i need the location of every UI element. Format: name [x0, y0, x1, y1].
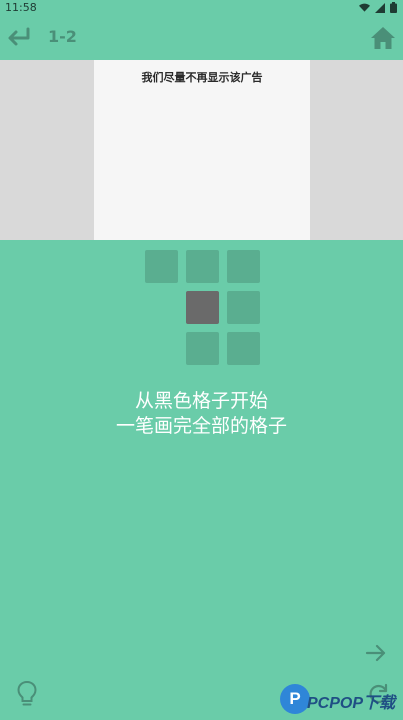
instructions: 从黑色格子开始 一笔画完全部的格子 [0, 389, 403, 439]
arrow-right-icon[interactable] [364, 641, 388, 665]
instruction-line-1: 从黑色格子开始 [134, 390, 268, 412]
lightbulb-icon[interactable] [16, 680, 38, 708]
status-icons [359, 2, 397, 13]
grid-cell[interactable] [227, 250, 260, 283]
signal-icon [375, 2, 385, 13]
pcpop-watermark: P PCPOP下载 [280, 683, 402, 717]
ad-card[interactable]: 我们尽量不再显示该广告 [94, 60, 310, 240]
watermark-text: PCPOP下载 [307, 695, 396, 712]
ad-text: 我们尽量不再显示该广告 [141, 71, 263, 84]
watermark-logo: P [280, 684, 310, 714]
status-time: 11:58 [5, 1, 37, 14]
status-bar: 11:58 [0, 0, 403, 16]
back-arrow-icon[interactable] [6, 26, 32, 48]
level-label: 1-2 [48, 27, 77, 46]
instruction-line-2: 一笔画完全部的格子 [115, 415, 287, 437]
grid-cell[interactable] [186, 332, 219, 365]
grid-cell-start[interactable] [186, 291, 219, 324]
toolbar: 1-2 [0, 16, 403, 60]
home-icon[interactable] [370, 25, 396, 51]
ad-banner[interactable]: 我们尽量不再显示该广告 [0, 60, 403, 240]
puzzle-grid [145, 250, 260, 365]
grid-cell[interactable] [186, 250, 219, 283]
grid-cell[interactable] [227, 291, 260, 324]
wifi-icon [359, 3, 370, 12]
battery-icon [390, 2, 397, 13]
grid-cell[interactable] [145, 250, 178, 283]
grid-cell[interactable] [227, 332, 260, 365]
